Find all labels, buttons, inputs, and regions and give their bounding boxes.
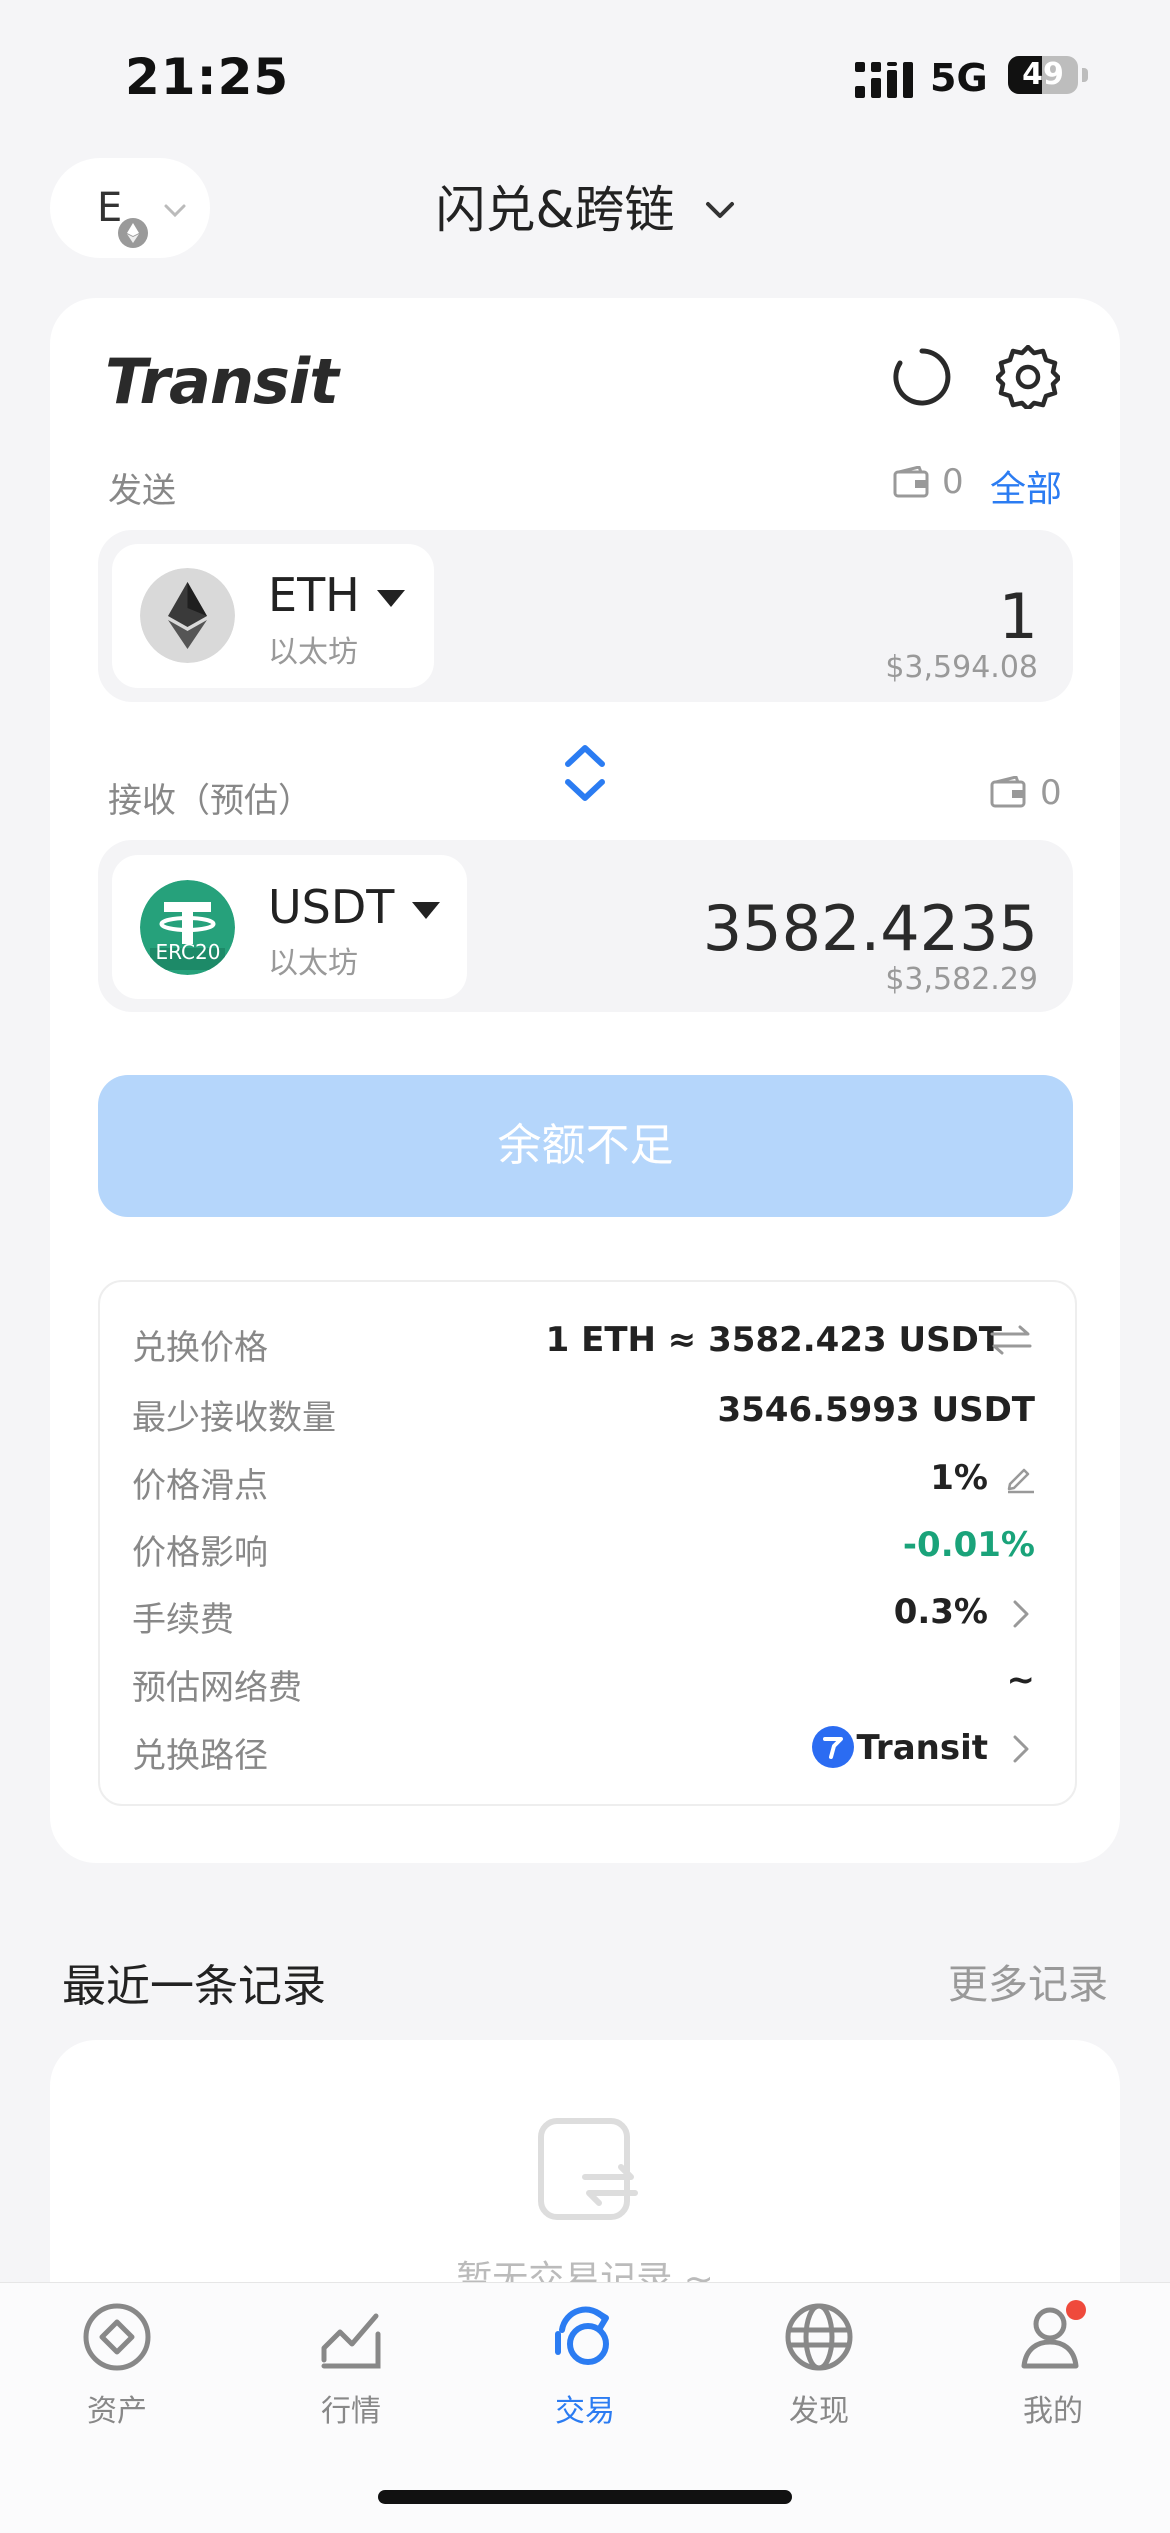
send-label: 发送 (108, 471, 176, 511)
assets-icon (83, 2303, 151, 2371)
receive-balance: 0 (1040, 773, 1062, 813)
status-time: 21:25 (125, 48, 290, 106)
detail-value-min-received: 3546.5993 USDT (717, 1390, 1035, 1430)
tab-label: 交易 (555, 2394, 615, 2429)
edit-icon[interactable] (1004, 1462, 1036, 1494)
detail-label-slippage: 价格滑点 (132, 1466, 268, 1506)
chevron-right-icon[interactable] (1010, 1598, 1032, 1630)
erc20-badge: ERC20 (155, 940, 221, 964)
detail-value-price-impact: -0.01% (902, 1525, 1035, 1565)
profile-icon (1021, 2300, 1086, 2369)
send-amount-input[interactable]: 1 (999, 580, 1038, 653)
send-token-network: 以太坊 (268, 635, 358, 670)
send-token-symbol: ETH (268, 568, 360, 622)
detail-label-rate: 兑换价格 (132, 1328, 268, 1368)
discover-icon (785, 2303, 853, 2371)
more-records-link[interactable]: 更多记录 (948, 1952, 1108, 2010)
send-balance: 0 (942, 462, 964, 502)
tab-discover[interactable]: 发现 (702, 2300, 936, 2440)
battery-icon: 49 (1008, 56, 1078, 94)
detail-label-network-fee: 预估网络费 (132, 1668, 302, 1708)
page-title[interactable]: 闪兑&跨链 (0, 170, 1170, 242)
home-indicator (378, 2490, 792, 2504)
tab-profile[interactable]: 我的 (936, 2300, 1170, 2440)
brand-logo-text: Transit (105, 345, 339, 418)
receive-token-symbol: USDT (268, 880, 395, 934)
transit-logo-icon (812, 1726, 854, 1768)
detail-label-fee: 手续费 (132, 1600, 234, 1640)
swap-direction-icon[interactable] (560, 742, 610, 804)
battery-level: 49 (1022, 57, 1064, 92)
battery-tip (1082, 68, 1088, 82)
tab-label: 行情 (321, 2394, 381, 2429)
detail-value-fee: 0.3% (893, 1592, 988, 1632)
title-chevron-down-icon[interactable] (700, 190, 740, 230)
eth-icon (140, 568, 235, 663)
market-icon (321, 2313, 381, 2369)
tab-label: 发现 (789, 2394, 849, 2429)
trade-icon (555, 2306, 609, 2365)
receive-wallet-icon (990, 776, 1026, 808)
detail-value-rate: 1 ETH ≈ 3582.423 USDT (545, 1320, 1002, 1360)
tab-trade[interactable]: 交易 (468, 2300, 702, 2440)
tab-label: 资产 (87, 2394, 147, 2429)
receive-label: 接收（预估） (108, 781, 312, 821)
signal-icon (855, 62, 913, 98)
detail-value-route: Transit (856, 1728, 988, 1768)
empty-record-icon (538, 2118, 638, 2220)
gear-icon[interactable] (996, 345, 1060, 409)
send-usd-value: $3,594.08 (885, 650, 1038, 685)
detail-label-price-impact: 价格影响 (132, 1533, 268, 1573)
tab-assets[interactable]: 资产 (0, 2300, 234, 2440)
tab-label: 我的 (1023, 2394, 1083, 2429)
detail-label-route: 兑换路径 (132, 1736, 268, 1776)
recent-record-title: 最近一条记录 (62, 1961, 326, 2012)
receive-usd-value: $3,582.29 (885, 962, 1038, 997)
detail-label-min-received: 最少接收数量 (132, 1398, 336, 1438)
caret-down-icon (377, 590, 405, 607)
refresh-icon[interactable] (890, 345, 954, 409)
insufficient-balance-button[interactable]: 余额不足 (98, 1075, 1073, 1217)
detail-value-slippage: 1% (930, 1458, 988, 1498)
receive-token-network: 以太坊 (268, 946, 358, 981)
network-type: 5G (930, 56, 988, 100)
receive-amount: 3582.4235 (702, 892, 1038, 965)
wallet-icon (893, 466, 929, 498)
tab-market[interactable]: 行情 (234, 2300, 468, 2440)
detail-value-network-fee: ~ (1006, 1660, 1036, 1700)
caret-down-icon (412, 902, 440, 919)
swap-rate-toggle-icon[interactable] (990, 1324, 1032, 1356)
page-title-text: 闪兑&跨链 (435, 181, 675, 239)
chevron-right-icon[interactable] (1010, 1733, 1032, 1765)
max-all-button[interactable]: 全部 (990, 460, 1062, 512)
